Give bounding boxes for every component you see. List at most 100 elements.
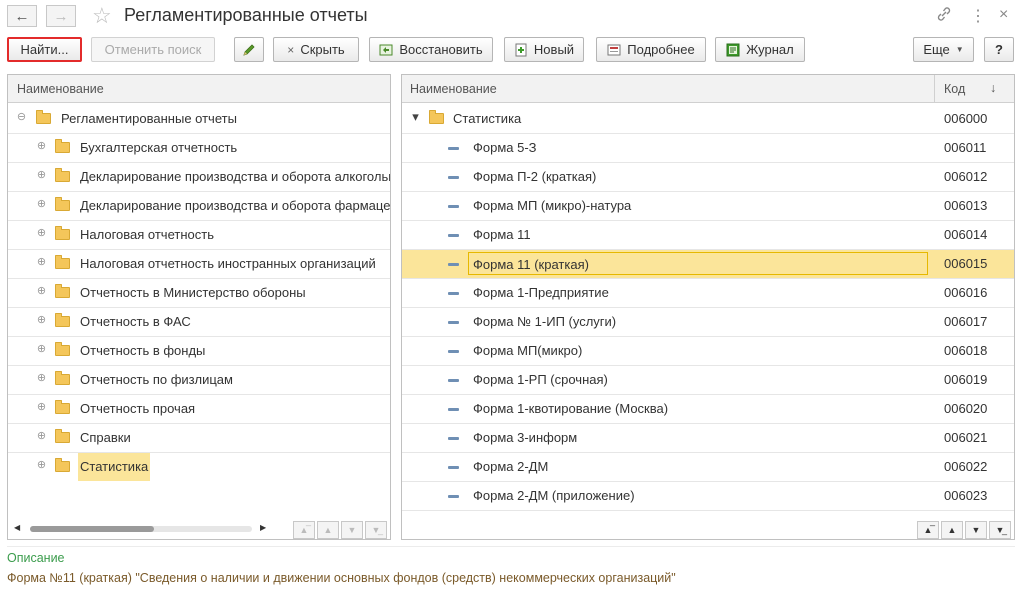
tree-item-label: Справки [80,430,131,445]
journal-icon [726,43,740,56]
row-code: 006021 [944,430,988,445]
left-scroll-up-button[interactable]: ▲ [317,521,339,539]
table-row[interactable]: Форма 2-ДМ (приложение) 006023 [402,482,1014,511]
link-icon[interactable] [936,6,952,26]
cancel-search-button[interactable]: Отменить поиск [91,37,215,62]
sort-down-icon: ↓ [990,81,997,95]
row-name: Форма П-2 (краткая) [473,169,597,184]
row-code: 006016 [944,285,988,300]
tree-item-label: Статистика [78,453,151,481]
tree-item[interactable]: ⊕ Отчетность в фонды [8,337,390,366]
new-button[interactable]: Новый [504,37,584,62]
more-vertical-icon[interactable]: ⋮ [970,6,986,26]
close-icon[interactable]: × [999,6,1008,24]
tree-item[interactable]: ⊕ Отчетность в Министерство обороны [8,279,390,308]
scroll-left-arrow-icon[interactable]: ◀ [14,523,20,532]
table-row[interactable]: Форма 3-информ 006021 [402,424,1014,453]
right-scroll-down-button[interactable]: ▼ [965,521,987,539]
expand-icon[interactable]: ⊕ [36,257,47,268]
restore-button[interactable]: Восстановить [369,37,493,62]
folder-icon [55,429,70,443]
folder-icon [55,139,70,153]
table-row[interactable]: Форма 1-РП (срочная) 006019 [402,366,1014,395]
expand-icon[interactable]: ⊕ [36,373,47,384]
find-button[interactable]: Найти... [7,37,82,62]
table-row[interactable]: Форма № 1-ИП (услуги) 006017 [402,308,1014,337]
folder-icon [55,168,70,182]
expand-icon[interactable]: ⊕ [36,402,47,413]
row-code: 006013 [944,198,988,213]
tree-root-row[interactable]: ⊖ Регламентированные отчеты [8,105,390,134]
table-row[interactable]: Форма 11 006014 [402,221,1014,250]
expand-icon[interactable]: ⊕ [36,431,47,442]
arrow-right-icon: → [53,7,69,25]
expand-icon[interactable]: ⊕ [36,344,47,355]
row-code: 006014 [944,227,988,242]
tree-item[interactable]: ⊕ Декларирование производства и оборота а… [8,163,390,192]
table-row[interactable]: Форма 2-ДМ 006022 [402,453,1014,482]
tree-item[interactable]: ⊕ Налоговая отчетность [8,221,390,250]
help-button[interactable]: ? [984,37,1014,62]
left-column-header[interactable]: Наименование [8,75,390,103]
tree-item[interactable]: ⊕ Бухгалтерская отчетность [8,134,390,163]
table-row[interactable]: Форма П-2 (краткая) 006012 [402,163,1014,192]
favorite-star-icon[interactable]: ☆ [92,3,112,29]
expand-icon[interactable]: ⊕ [36,286,47,297]
right-scroll-bottom-button[interactable]: ▼̲ [989,521,1011,539]
description-label: Описание [7,551,65,565]
group-row[interactable]: ▾ Статистика 006000 [402,105,1014,134]
row-name: Форма 5-З [473,140,537,155]
group-label: Статистика [453,111,522,126]
expand-icon[interactable]: ⊕ [36,170,47,181]
expand-icon[interactable]: ⊕ [36,199,47,210]
table-row[interactable]: Форма МП (микро)-натура 006013 [402,192,1014,221]
details-button[interactable]: Подробнее [596,37,706,62]
left-scroll-top-button[interactable]: ▲̅ [293,521,315,539]
edit-button[interactable] [234,37,264,62]
restore-icon [379,44,393,55]
tree-item[interactable]: ⊕ Декларирование производства и оборота ф… [8,192,390,221]
right-scroll-up-button[interactable]: ▲ [941,521,963,539]
folder-icon [429,110,444,124]
expanded-arrow-icon[interactable]: ▾ [410,110,421,123]
journal-button[interactable]: Журнал [715,37,805,62]
row-name: Форма 2-ДМ [473,459,549,474]
expand-icon[interactable]: ⊕ [36,141,47,152]
scroll-right-arrow-icon[interactable]: ▶ [260,523,266,532]
back-button[interactable]: ← [7,5,37,27]
more-button[interactable]: Еще ▼ [913,37,974,62]
tree-item[interactable]: ⊕ Налоговая отчетность иностранных органи… [8,250,390,279]
tree-item[interactable]: ⊕ Статистика [8,453,390,482]
row-name: Форма 1-квотирование (Москва) [473,401,669,416]
report-icon [448,321,459,324]
row-name: Форма 3-информ [473,430,578,445]
group-code: 006000 [944,111,988,126]
collapse-icon[interactable]: ⊖ [16,112,27,123]
expand-icon[interactable]: ⊕ [36,315,47,326]
row-name: Форма МП(микро) [473,343,583,358]
horizontal-scrollbar-track[interactable] [30,526,252,532]
right-scroll-top-button[interactable]: ▲̅ [917,521,939,539]
tree-item-label: Отчетность в фонды [80,343,206,358]
table-row[interactable]: Форма 5-З 006011 [402,134,1014,163]
tree-item[interactable]: ⊕ Справки [8,424,390,453]
column-header-code[interactable]: Код [944,82,965,96]
hide-button[interactable]: × Скрыть [273,37,359,62]
arrow-left-icon: ← [14,7,30,25]
horizontal-scrollbar-thumb[interactable] [30,526,154,532]
tree-item-label: Налоговая отчетность [80,227,214,242]
expand-icon[interactable]: ⊕ [36,460,47,471]
table-row[interactable]: Форма МП(микро) 006018 [402,337,1014,366]
table-row[interactable]: Форма 11 (краткая) 006015 [402,250,1014,279]
tree-item[interactable]: ⊕ Отчетность в ФАС [8,308,390,337]
left-scroll-down-button[interactable]: ▼ [341,521,363,539]
tree-item[interactable]: ⊕ Отчетность по физлицам [8,366,390,395]
forward-button[interactable]: → [46,5,76,27]
table-row[interactable]: Форма 1-Предприятие 006016 [402,279,1014,308]
expand-icon[interactable]: ⊕ [36,228,47,239]
row-name: Форма 1-РП (срочная) [473,372,608,387]
column-header-name[interactable]: Наименование [410,82,497,96]
tree-item[interactable]: ⊕ Отчетность прочая [8,395,390,424]
table-row[interactable]: Форма 1-квотирование (Москва) 006020 [402,395,1014,424]
left-scroll-bottom-button[interactable]: ▼̲ [365,521,387,539]
